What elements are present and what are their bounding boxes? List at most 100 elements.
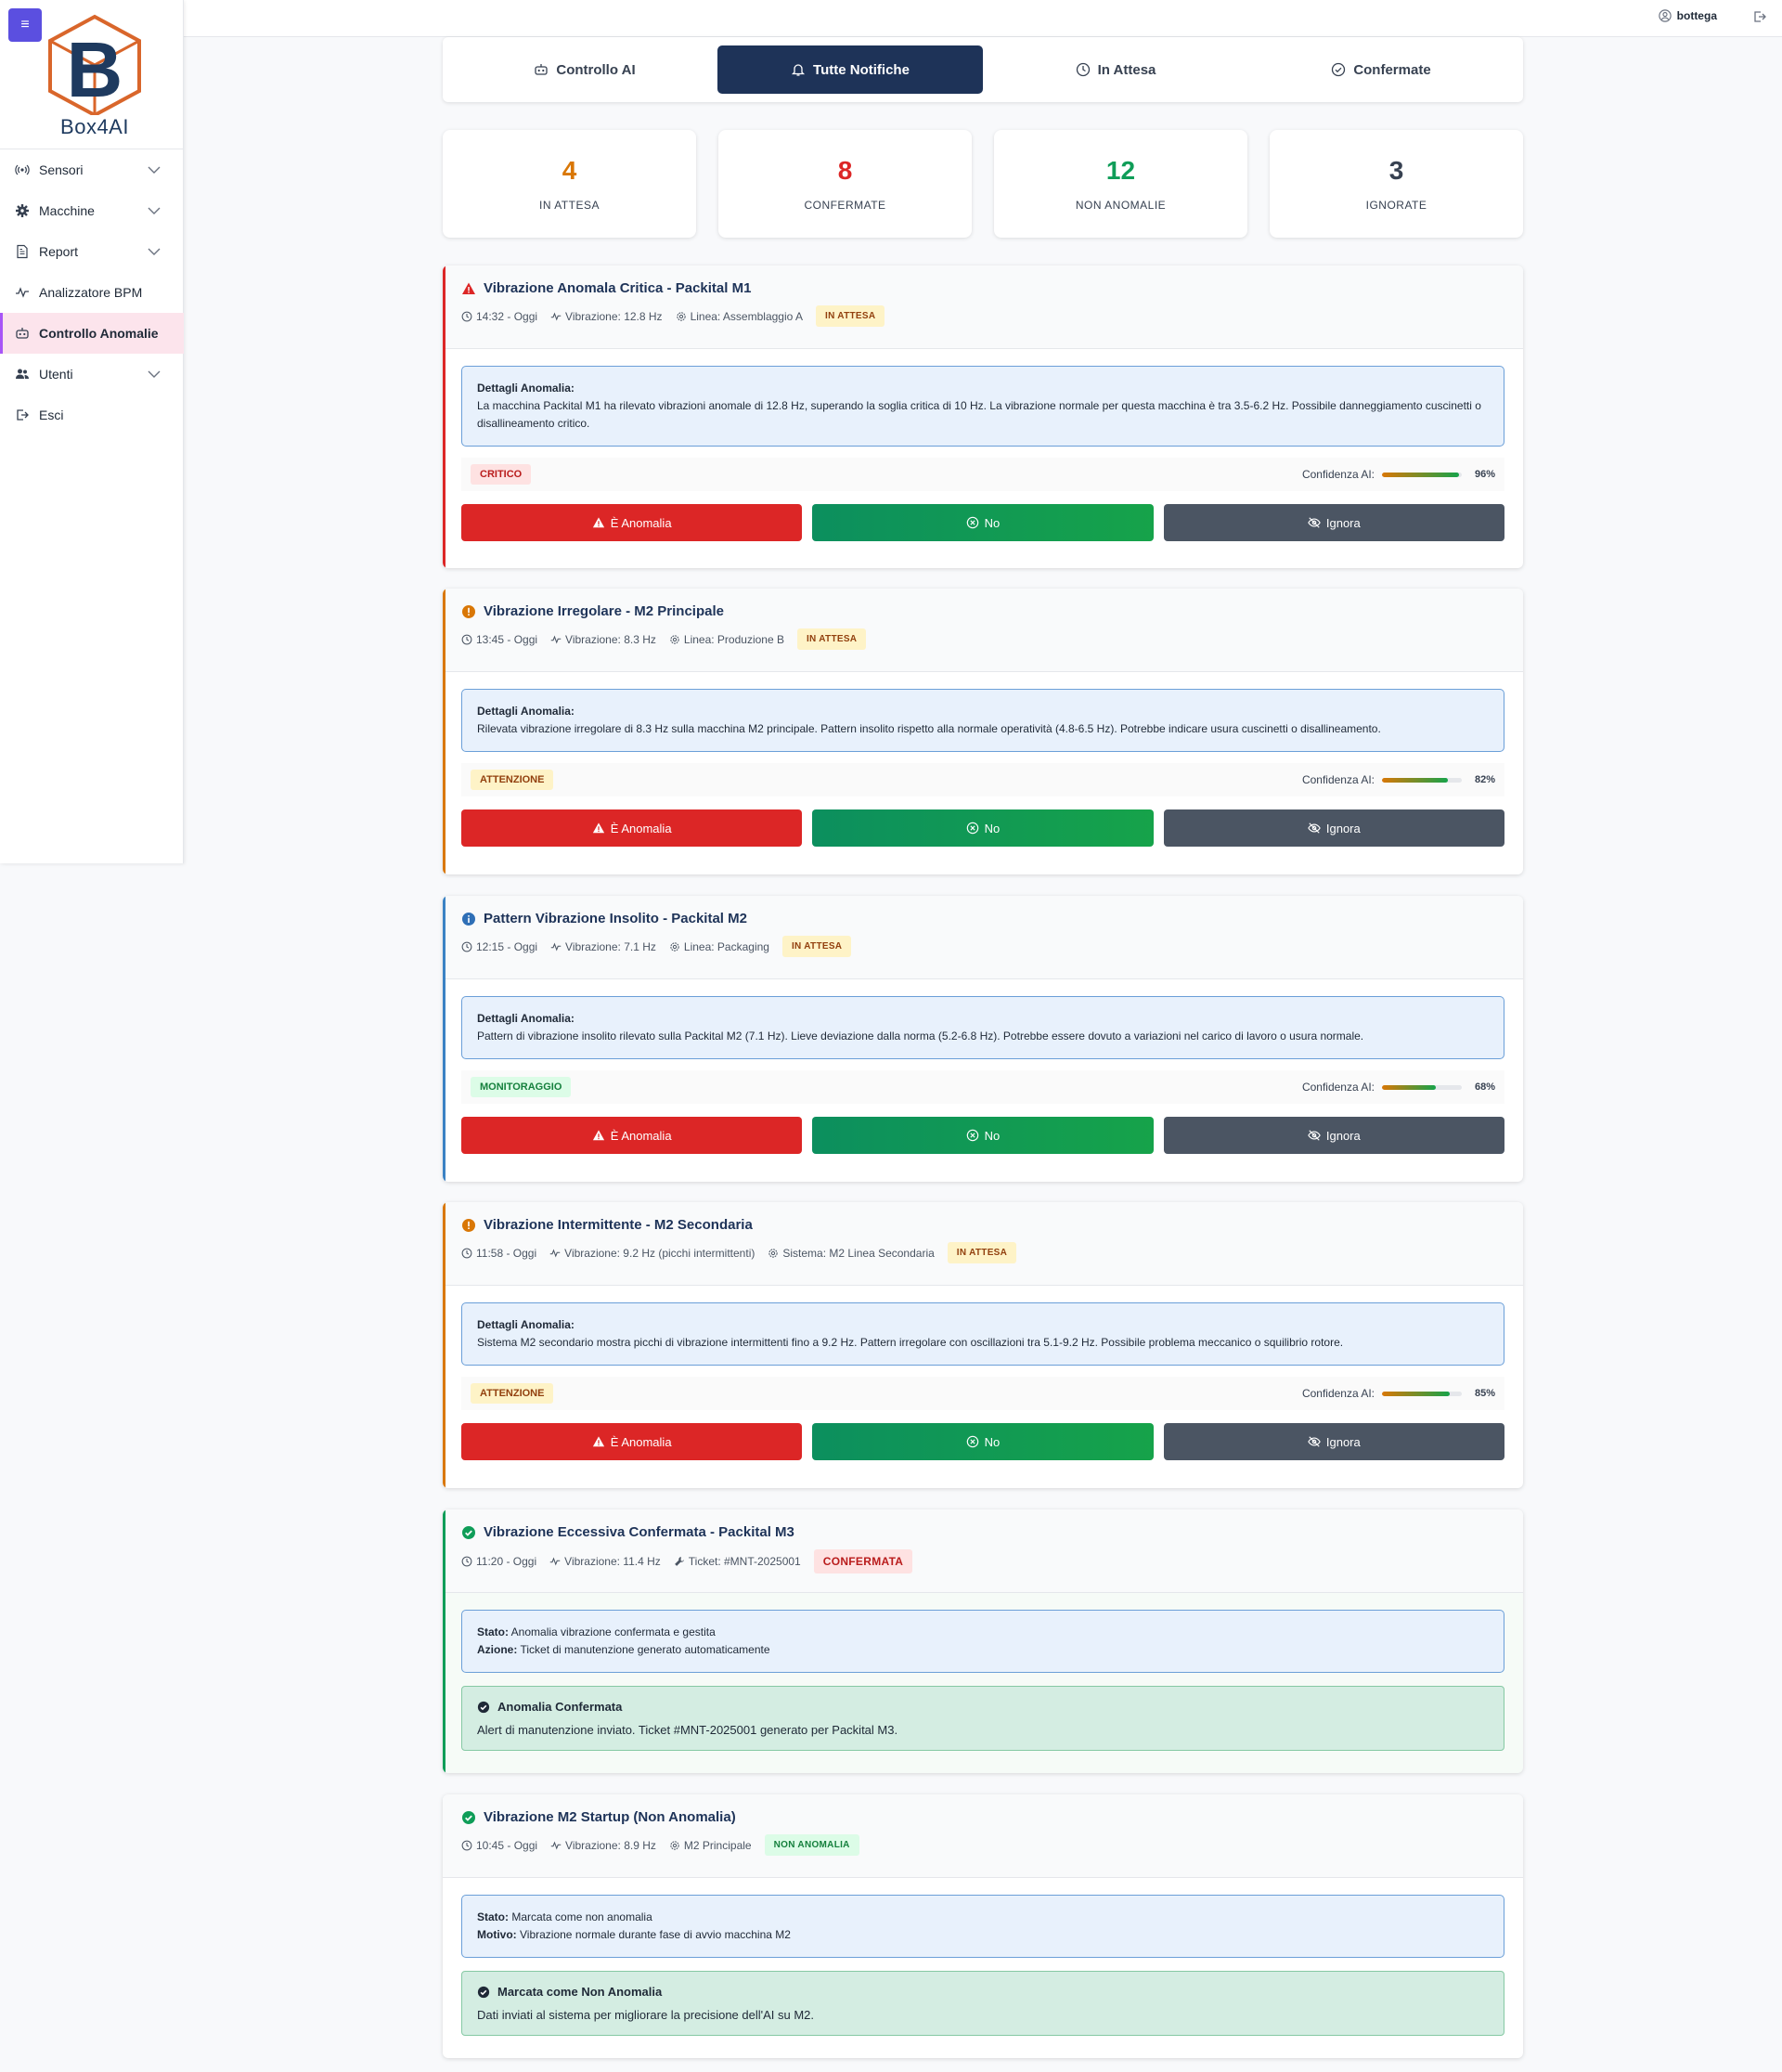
sidebar-item-label: Utenti [39, 367, 73, 382]
button-label: È Anomalia [610, 821, 672, 835]
card-accent [443, 1202, 446, 1488]
tab-label: Confermate [1353, 61, 1431, 78]
confidence-bar [1382, 1391, 1462, 1396]
tab-confermate[interactable]: Confermate [1248, 45, 1514, 94]
pulse-icon [13, 283, 32, 302]
cog-icon [768, 1248, 779, 1259]
button-label: No [984, 1128, 1001, 1143]
button-label: Ignora [1325, 821, 1361, 835]
eye-slash-icon [1308, 1129, 1321, 1142]
mark-no-button[interactable]: No [812, 809, 1154, 847]
card-vibration: Vibrazione: 9.2 Hz (picchi intermittenti… [564, 1246, 755, 1260]
ai-confidence: Confidenza AI: 82% [1302, 773, 1495, 786]
button-label: No [984, 1434, 1001, 1449]
chevron-down-icon[interactable] [147, 162, 161, 177]
sidebar-item-analizzatore-bpm[interactable]: Analizzatore BPM [0, 272, 184, 313]
stat-label: IN ATTESA [539, 199, 600, 212]
chevron-down-icon[interactable] [147, 203, 161, 218]
sidebar-item-label: Esci [39, 408, 64, 422]
sidebar-item-utenti[interactable]: Utenti [0, 354, 184, 395]
action-label: Azione: [477, 1643, 518, 1656]
card-vibration: Vibrazione: 11.4 Hz [564, 1555, 661, 1568]
ai-confidence: Confidenza AI: 85% [1302, 1387, 1495, 1400]
clock-icon [1076, 62, 1091, 77]
button-label: Ignora [1325, 1128, 1361, 1143]
user-menu[interactable]: bottega [1658, 9, 1717, 22]
ignore-button[interactable]: Ignora [1163, 1423, 1504, 1460]
sidebar-item-esci[interactable]: Esci [0, 395, 184, 435]
status-badge: NON ANOMALIA [764, 1834, 859, 1856]
ai-confidence: Confidenza AI: 96% [1302, 468, 1495, 481]
pulse-icon [549, 1248, 561, 1259]
mark-no-button[interactable]: No [812, 504, 1154, 541]
sidebar-item-sensori[interactable]: Sensori [0, 149, 184, 190]
card-time: 11:58 - Oggi [476, 1246, 537, 1260]
ignore-button[interactable]: Ignora [1163, 1117, 1504, 1154]
stat-non-anomalie[interactable]: 12 NON ANOMALIE [994, 130, 1247, 238]
chevron-down-icon[interactable] [147, 244, 161, 259]
card-accent [443, 589, 446, 874]
check-circle-icon [1331, 62, 1346, 77]
tab-controllo-ai[interactable]: Controllo AI [452, 45, 717, 94]
card-location: Linea: Assemblaggio A [690, 309, 803, 323]
pulse-icon [550, 1840, 562, 1851]
status-badge: IN ATTESA [781, 936, 852, 957]
mark-anomaly-button[interactable]: È Anomalia [461, 809, 803, 847]
sidebar-item-label: Report [39, 244, 79, 259]
cog-icon [669, 941, 680, 952]
severity-badge: ATTENZIONE [471, 770, 554, 790]
cog-icon [669, 634, 680, 645]
cog-icon [676, 311, 687, 322]
card-vibration: Vibrazione: 12.8 Hz [565, 309, 663, 323]
stat-in-attesa[interactable]: 4 IN ATTESA [443, 130, 696, 238]
ignore-button[interactable]: Ignora [1163, 504, 1504, 541]
stat-value: 12 [1105, 156, 1136, 185]
chevron-down-icon[interactable] [147, 367, 161, 382]
mark-no-button[interactable]: No [812, 1423, 1154, 1460]
x-circle-icon [966, 1129, 979, 1142]
button-label: No [984, 821, 1001, 835]
logout-icon[interactable] [1752, 9, 1771, 28]
stat-label: IGNORATE [1365, 199, 1427, 212]
button-label: No [984, 515, 1001, 530]
mark-anomaly-button[interactable]: È Anomalia [461, 1423, 803, 1460]
tab-in-attesa[interactable]: In Attesa [983, 45, 1248, 94]
tab-tutte-notifiche[interactable]: Tutte Notifiche [717, 45, 983, 94]
stat-value: 3 [1388, 156, 1404, 185]
state-label: Stato: [477, 1625, 509, 1638]
card-accent [443, 896, 446, 1182]
ignore-button[interactable]: Ignora [1163, 809, 1504, 847]
card-location: Sistema: M2 Linea Secondaria [782, 1246, 935, 1260]
details-label: Dettagli Anomalia: [477, 1318, 575, 1331]
notification-card: Pattern Vibrazione Insolito - Packital M… [443, 896, 1523, 1182]
mark-anomaly-button[interactable]: È Anomalia [461, 504, 803, 541]
stat-value: 4 [562, 156, 577, 185]
card-time: 12:15 - Oggi [476, 939, 538, 953]
stat-value: 8 [837, 156, 853, 185]
user-icon [1658, 9, 1672, 22]
mark-no-button[interactable]: No [812, 1117, 1154, 1154]
card-time: 10:45 - Oggi [476, 1838, 538, 1852]
confidence-label: Confidenza AI: [1301, 773, 1375, 786]
sidebar-item-report[interactable]: Report [0, 231, 184, 272]
details-label: Dettagli Anomalia: [477, 382, 575, 395]
sidebar-item-label: Analizzatore BPM [39, 285, 143, 300]
confidence-label: Confidenza AI: [1301, 1081, 1375, 1094]
confidence-fill [1382, 777, 1448, 783]
mark-anomaly-button[interactable]: È Anomalia [461, 1117, 803, 1154]
stat-ignorate[interactable]: 3 IGNORATE [1270, 130, 1523, 238]
card-accent [443, 1509, 446, 1773]
menu-toggle-button[interactable]: ≡ [8, 8, 42, 42]
card-location: Linea: Packaging [683, 939, 769, 953]
confidence-value: 82% [1474, 774, 1495, 785]
wrench-icon [674, 1556, 685, 1567]
button-label: È Anomalia [610, 1128, 672, 1143]
stat-confermate[interactable]: 8 CONFERMATE [718, 130, 972, 238]
tab-label: In Attesa [1097, 61, 1156, 78]
tab-label: Tutte Notifiche [813, 61, 910, 78]
sidebar-item-macchine[interactable]: Macchine [0, 190, 184, 231]
confidence-fill [1382, 472, 1459, 477]
sidebar-item-controllo-anomalie[interactable]: Controllo Anomalie [0, 313, 184, 354]
clock-icon [461, 1840, 472, 1851]
logo-text: Box4AI [60, 115, 129, 138]
